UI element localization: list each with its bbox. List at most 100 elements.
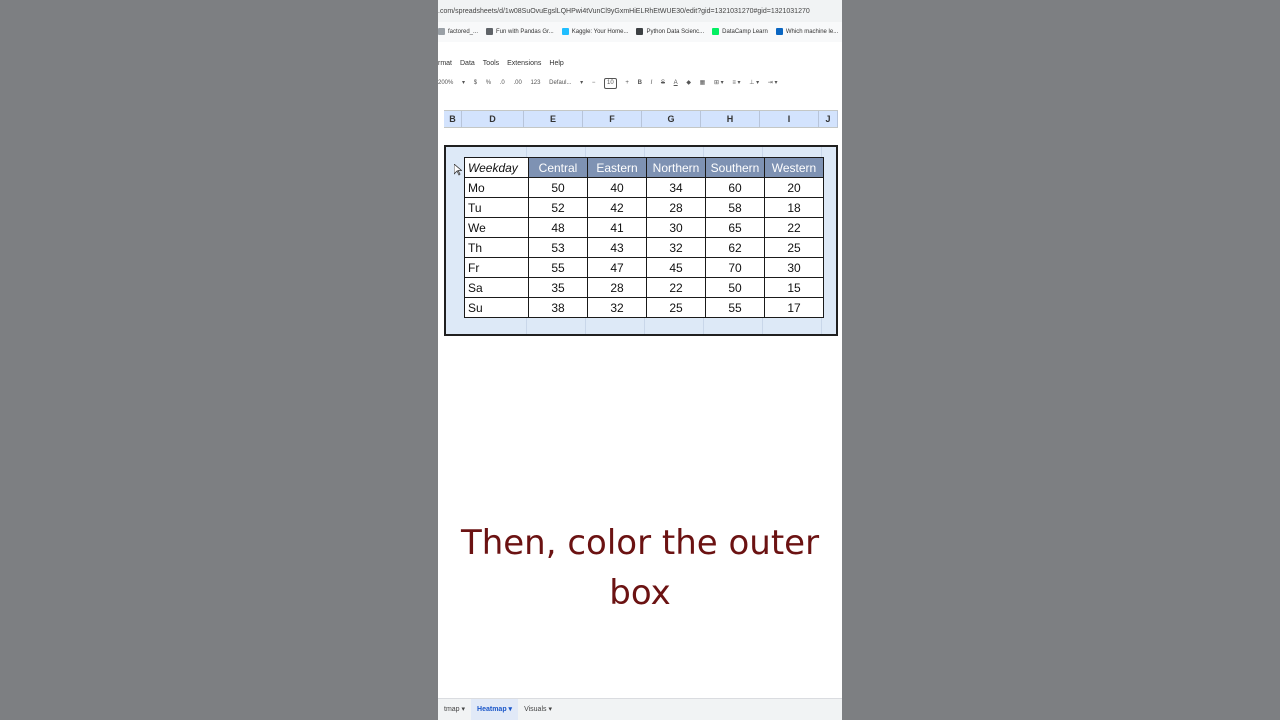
bookmark-label: Python Data Scienc... [646, 29, 705, 35]
weekday-cell[interactable]: Fr [464, 257, 529, 278]
column-headers: BDEFGHIJ [444, 110, 838, 128]
value-cell[interactable]: 40 [587, 177, 647, 198]
table-header-cell[interactable]: Central [528, 157, 588, 178]
value-cell[interactable]: 70 [705, 257, 765, 278]
sheet-tab[interactable]: Visuals ▾ [518, 699, 558, 720]
column-header[interactable]: F [583, 111, 642, 127]
value-cell[interactable]: 48 [528, 217, 588, 238]
value-cell[interactable]: 47 [587, 257, 647, 278]
value-cell[interactable]: 34 [646, 177, 706, 198]
bookmark-item[interactable]: Kaggle: Your Home... [561, 22, 628, 42]
value-cell[interactable]: 60 [705, 177, 765, 198]
menu-item[interactable]: Help [549, 60, 563, 67]
table-row: Su 38 32 25 55 17 [464, 297, 824, 318]
value-cell[interactable]: 32 [587, 297, 647, 318]
column-header[interactable]: B [444, 111, 462, 127]
currency-format-button[interactable]: $ [474, 75, 477, 91]
value-cell[interactable]: 32 [646, 237, 706, 258]
value-cell[interactable]: 50 [705, 277, 765, 298]
table-header-cell[interactable]: Northern [646, 157, 706, 178]
font-size-input[interactable]: 10 [604, 78, 617, 89]
table-header-cell[interactable]: Western [764, 157, 824, 178]
outer-box-range[interactable]: Weekday Central Eastern Northern Southern Wes… [444, 145, 838, 336]
value-cell[interactable]: 15 [764, 277, 824, 298]
value-cell[interactable]: 17 [764, 297, 824, 318]
weekday-cell[interactable]: Th [464, 237, 529, 258]
value-cell[interactable]: 25 [646, 297, 706, 318]
plus-icon[interactable]: + [625, 75, 629, 91]
value-cell[interactable]: 22 [646, 277, 706, 298]
value-cell[interactable]: 55 [528, 257, 588, 278]
value-cell[interactable]: 58 [705, 197, 765, 218]
font-select[interactable]: Defaul... ▾ [549, 75, 583, 91]
borders-icon[interactable]: ▦ [700, 75, 706, 91]
zoom-select[interactable]: 200% ▾ [438, 75, 465, 91]
value-cell[interactable]: 50 [528, 177, 588, 198]
bookmark-item[interactable]: Python Data Scienc... [636, 22, 704, 42]
weekday-cell[interactable]: Su [464, 297, 529, 318]
bold-button[interactable]: B [638, 75, 642, 91]
value-cell[interactable]: 43 [587, 237, 647, 258]
column-header[interactable]: G [642, 111, 701, 127]
bookmark-favicon-icon [561, 27, 569, 35]
valign-icon[interactable]: ⊥ ▾ [749, 75, 759, 91]
fill-color-icon[interactable]: ◆ [686, 75, 691, 91]
minus-icon[interactable]: − [592, 75, 596, 91]
bookmark-item[interactable]: DataCamp Learn [712, 22, 768, 42]
value-cell[interactable]: 30 [764, 257, 824, 278]
sheet-tab[interactable]: tmap ▾ [438, 699, 471, 720]
value-cell[interactable]: 18 [764, 197, 824, 218]
table-row: Sa 35 28 22 50 15 [464, 277, 824, 298]
value-cell[interactable]: 25 [764, 237, 824, 258]
column-header[interactable]: J [819, 111, 838, 127]
weekday-cell[interactable]: Sa [464, 277, 529, 298]
column-header[interactable]: H [701, 111, 760, 127]
align-icon[interactable]: ≡ ▾ [732, 75, 740, 91]
value-cell[interactable]: 30 [646, 217, 706, 238]
formatting-toolbar: 200% ▾ $ % .0 .00 123 Defaul... ▾ − 10 +… [438, 75, 842, 91]
value-cell[interactable]: 62 [705, 237, 765, 258]
merge-cells-icon[interactable]: ⊞ ▾ [714, 75, 724, 91]
number-format-button[interactable]: 123 [530, 75, 540, 91]
bookmark-label: Fun with Pandas Gr... [496, 29, 554, 35]
menu-item[interactable]: Tools [483, 60, 499, 67]
italic-button[interactable]: I [651, 75, 653, 91]
value-cell[interactable]: 28 [587, 277, 647, 298]
menu-item[interactable]: rmat [438, 60, 452, 67]
value-cell[interactable]: 42 [587, 197, 647, 218]
weekday-cell[interactable]: We [464, 217, 529, 238]
value-cell[interactable]: 52 [528, 197, 588, 218]
value-cell[interactable]: 28 [646, 197, 706, 218]
bookmark-item[interactable]: factored_... [438, 22, 478, 42]
text-color-button[interactable]: A [674, 75, 678, 91]
decrease-decimal-button[interactable]: .0 [500, 75, 505, 91]
bookmark-item[interactable]: Fun with Pandas Gr... [486, 22, 554, 42]
value-cell[interactable]: 41 [587, 217, 647, 238]
table-header-cell[interactable]: Southern [705, 157, 765, 178]
value-cell[interactable]: 35 [528, 277, 588, 298]
value-cell[interactable]: 65 [705, 217, 765, 238]
sheet-tab[interactable]: Heatmap ▾ [471, 699, 519, 720]
value-cell[interactable]: 20 [764, 177, 824, 198]
value-cell[interactable]: 53 [528, 237, 588, 258]
weekday-cell[interactable]: Tu [464, 197, 529, 218]
address-bar[interactable]: .com/spreadsheets/d/1w08SuOvuEgslLQHPwi4… [438, 0, 842, 22]
table-header-cell[interactable]: Weekday [464, 157, 529, 178]
value-cell[interactable]: 45 [646, 257, 706, 278]
menu-item[interactable]: Extensions [507, 60, 541, 67]
column-header[interactable]: I [760, 111, 819, 127]
strikethrough-button[interactable]: S [661, 75, 665, 91]
column-header[interactable]: E [524, 111, 583, 127]
table-header-cell[interactable]: Eastern [587, 157, 647, 178]
menu-item[interactable]: Data [460, 60, 475, 67]
wrap-icon[interactable]: ⇥ ▾ [768, 75, 778, 91]
sheet-grid[interactable]: Weekday Central Eastern Northern Southern Wes… [444, 127, 838, 347]
value-cell[interactable]: 38 [528, 297, 588, 318]
column-header[interactable]: D [462, 111, 524, 127]
increase-decimal-button[interactable]: .00 [513, 75, 521, 91]
weekday-cell[interactable]: Mo [464, 177, 529, 198]
bookmark-item[interactable]: Which machine le... [775, 22, 838, 42]
value-cell[interactable]: 22 [764, 217, 824, 238]
value-cell[interactable]: 55 [705, 297, 765, 318]
percent-format-button[interactable]: % [486, 75, 491, 91]
